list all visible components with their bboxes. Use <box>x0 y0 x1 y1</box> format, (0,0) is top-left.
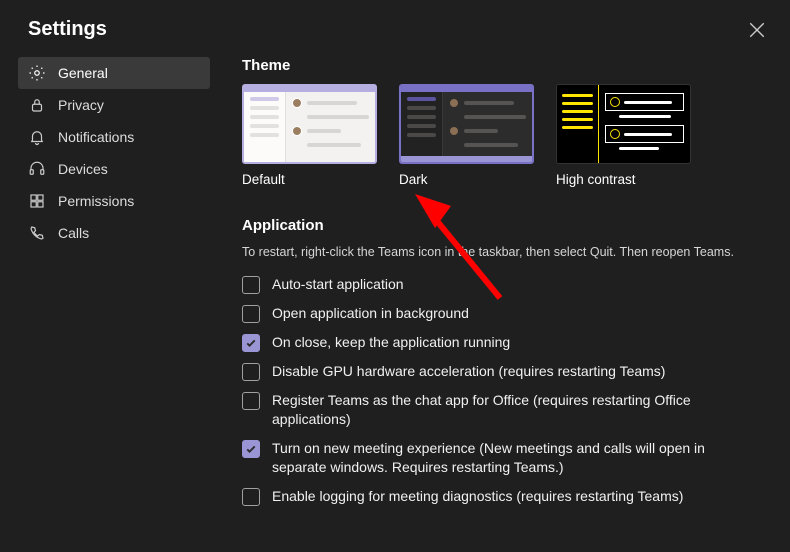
option-label: On close, keep the application running <box>272 333 510 352</box>
theme-label: High contrast <box>556 172 691 187</box>
sidebar-item-devices[interactable]: Devices <box>18 153 210 185</box>
application-option: On close, keep the application running <box>242 328 760 357</box>
headset-icon <box>28 160 46 178</box>
theme-options: Default Dark <box>242 84 760 187</box>
theme-preview-dark <box>399 84 534 164</box>
option-label: Disable GPU hardware acceleration (requi… <box>272 362 665 381</box>
application-subtitle: To restart, right-click the Teams icon i… <box>242 244 760 260</box>
gear-icon <box>28 64 46 82</box>
permissions-icon <box>28 192 46 210</box>
sidebar-item-permissions[interactable]: Permissions <box>18 185 210 217</box>
application-options: Auto-start application Open application i… <box>242 270 760 511</box>
checkbox[interactable] <box>242 488 260 506</box>
theme-label: Dark <box>399 172 534 187</box>
sidebar-item-label: General <box>58 65 108 81</box>
checkbox[interactable] <box>242 276 260 294</box>
sidebar-item-general[interactable]: General <box>18 57 210 89</box>
option-label: Turn on new meeting experience (New meet… <box>272 439 742 477</box>
checkbox[interactable] <box>242 392 260 410</box>
sidebar-item-label: Privacy <box>58 97 104 113</box>
theme-preview-default <box>242 84 377 164</box>
sidebar-item-label: Calls <box>58 225 89 241</box>
sidebar-item-label: Devices <box>58 161 108 177</box>
theme-section-title: Theme <box>242 57 760 74</box>
application-option: Turn on new meeting experience (New meet… <box>242 434 760 482</box>
bell-icon <box>28 128 46 146</box>
theme-label: Default <box>242 172 377 187</box>
option-label: Register Teams as the chat app for Offic… <box>272 391 742 429</box>
application-option: Enable logging for meeting diagnostics (… <box>242 482 760 511</box>
checkbox[interactable] <box>242 334 260 352</box>
option-label: Enable logging for meeting diagnostics (… <box>272 487 683 506</box>
application-option: Disable GPU hardware acceleration (requi… <box>242 357 760 386</box>
checkbox[interactable] <box>242 363 260 381</box>
option-label: Open application in background <box>272 304 469 323</box>
lock-icon <box>28 96 46 114</box>
sidebar-item-label: Permissions <box>58 193 134 209</box>
checkbox[interactable] <box>242 305 260 323</box>
page-title: Settings <box>28 18 107 41</box>
application-section-title: Application <box>242 217 760 234</box>
phone-icon <box>28 224 46 242</box>
theme-preview-high-contrast <box>556 84 691 164</box>
checkbox[interactable] <box>242 440 260 458</box>
theme-option-default[interactable]: Default <box>242 84 377 187</box>
option-label: Auto-start application <box>272 275 404 294</box>
sidebar-item-privacy[interactable]: Privacy <box>18 89 210 121</box>
sidebar-item-label: Notifications <box>58 129 134 145</box>
sidebar-item-notifications[interactable]: Notifications <box>18 121 210 153</box>
settings-sidebar: General Privacy Notifications Devices Pe <box>0 51 220 511</box>
application-option: Register Teams as the chat app for Offic… <box>242 386 760 434</box>
theme-option-dark[interactable]: Dark <box>399 84 534 187</box>
theme-option-high-contrast[interactable]: High contrast <box>556 84 691 187</box>
application-option: Auto-start application <box>242 270 760 299</box>
close-icon[interactable] <box>748 21 766 39</box>
application-option: Open application in background <box>242 299 760 328</box>
sidebar-item-calls[interactable]: Calls <box>18 217 210 249</box>
